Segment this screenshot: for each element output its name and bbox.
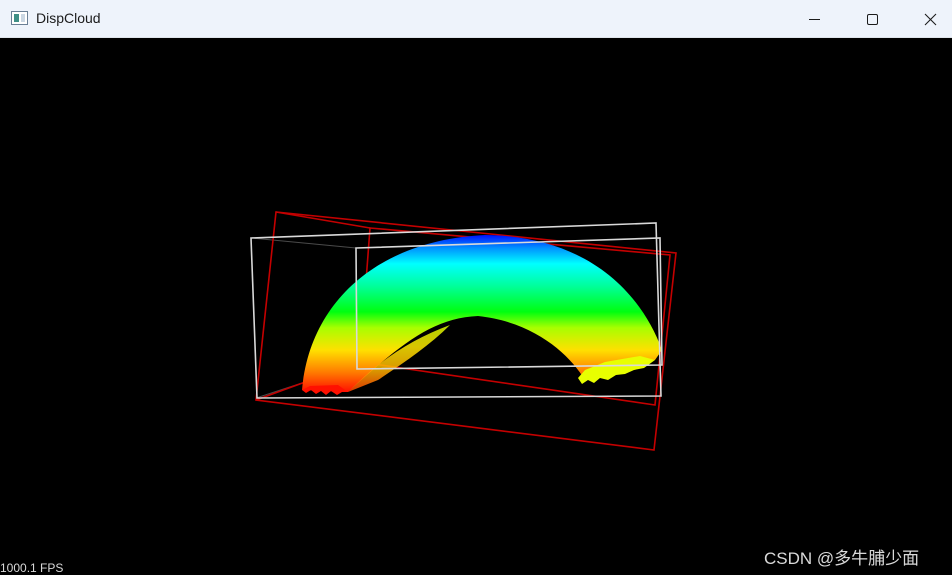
close-icon: [924, 13, 937, 26]
app-window-icon: [11, 11, 28, 25]
point-cloud-viewport[interactable]: [0, 38, 952, 575]
minimize-button[interactable]: [786, 0, 844, 38]
minimize-icon: [809, 19, 820, 20]
watermark: CSDN @多牛脯少面: [764, 549, 920, 568]
fps-counter: 1000.1 FPS: [0, 561, 64, 575]
window-title: DispCloud: [36, 10, 101, 26]
app-window: DispCloud 1000.1 FPS CSDN @多牛脯少面: [0, 0, 952, 575]
title-bar[interactable]: DispCloud: [0, 0, 952, 38]
maximize-button[interactable]: [844, 0, 902, 38]
close-button[interactable]: [902, 0, 952, 38]
render-canvas: [250, 211, 677, 451]
maximize-icon: [867, 14, 878, 25]
